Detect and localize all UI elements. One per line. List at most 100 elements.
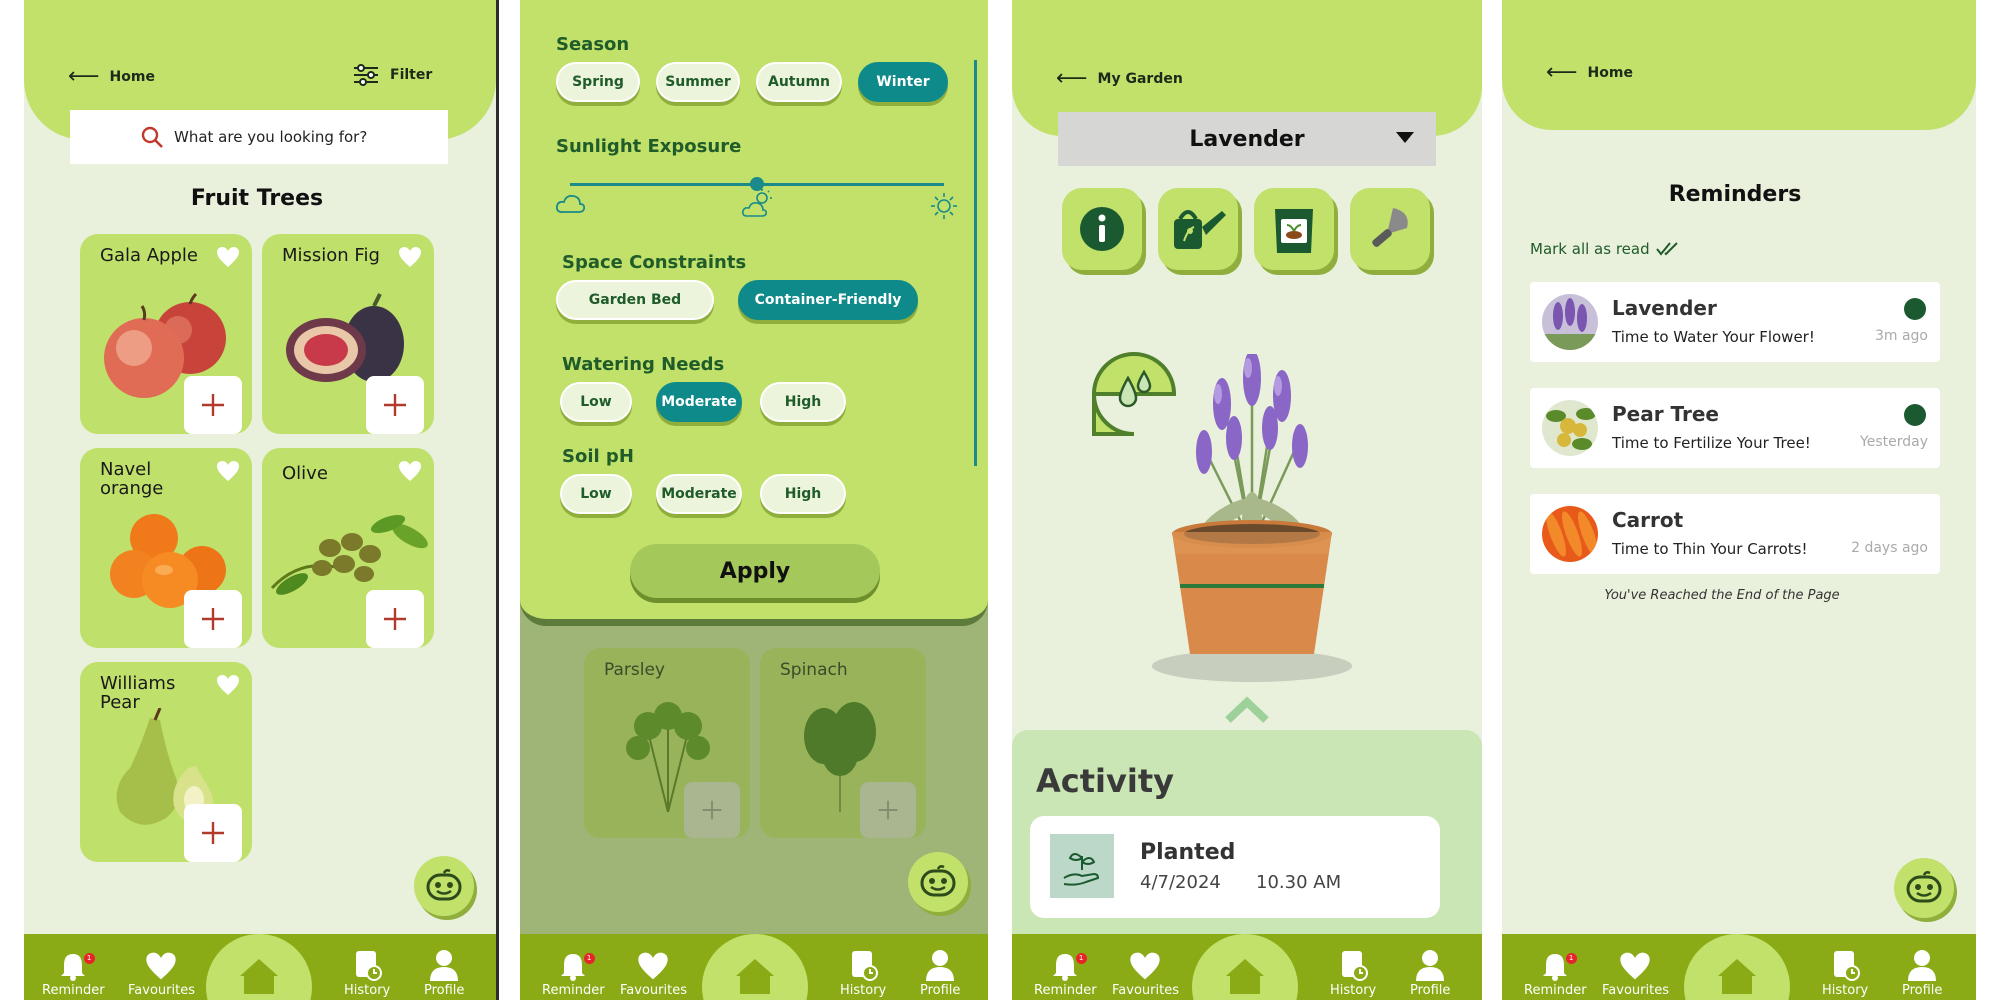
watering-chip-low[interactable]: Low [560,382,632,422]
chip-label: Spring [572,74,624,90]
info-button[interactable] [1062,188,1142,270]
season-chip-winter[interactable]: Winter [858,62,948,102]
nav-favourites[interactable]: Favourites [1602,951,1669,998]
sun-icon [931,193,957,219]
reminder-item-pear-tree[interactable]: Pear Tree Time to Fertilize Your Tree! Y… [1530,388,1940,468]
product-card-parsley: Parsley [584,648,750,838]
card-name: Spinach [780,660,848,680]
watering-chip-moderate[interactable]: Moderate [656,382,742,422]
activity-time: 10.30 AM [1256,872,1342,893]
add-button[interactable] [366,376,424,434]
nav-favourites[interactable]: Favourites [1112,951,1179,998]
nav-profile[interactable]: Profile [424,949,464,998]
product-card-gala-apple[interactable]: Gala Apple [80,234,252,434]
reminder-title: Pear Tree [1612,402,1719,426]
season-chip-spring[interactable]: Spring [556,62,640,102]
back-button[interactable]: ⟵ My Garden [1056,68,1183,90]
search-icon [141,126,163,148]
plus-icon [202,394,224,416]
watering-button[interactable] [1158,188,1238,270]
add-button[interactable] [184,804,242,862]
bottom-nav: 1 Reminder Favourites History Profile [1502,934,1976,1000]
product-card-mission-fig[interactable]: Mission Fig [262,234,434,434]
nav-reminder[interactable]: 1 Reminder [1524,951,1587,998]
soil-chip-high[interactable]: High [760,474,846,514]
nav-label: Favourites [1602,983,1669,998]
partly-sunny-icon [742,189,772,217]
assistant-button[interactable] [414,856,474,916]
space-chip-garden-bed[interactable]: Garden Bed [556,280,714,320]
filter-button[interactable]: Filter [352,64,432,86]
heart-icon[interactable] [216,460,240,482]
plant-select-dropdown[interactable]: Lavender [1058,112,1436,166]
nav-history[interactable]: History [344,949,390,998]
nav-history[interactable]: History [1822,949,1868,998]
scrollbar[interactable] [974,60,977,466]
heart-icon[interactable] [216,674,240,696]
reminder-item-carrot[interactable]: Carrot Time to Thin Your Carrots! 2 days… [1530,494,1940,574]
product-card-navel-orange[interactable]: Navel orange [80,448,252,648]
season-chip-autumn[interactable]: Autumn [756,62,842,102]
apply-button[interactable]: Apply [630,544,880,598]
nav-reminder[interactable]: 1 Reminder [1034,951,1097,998]
heart-icon [1130,952,1161,980]
card-name: Parsley [604,660,665,680]
season-chip-summer[interactable]: Summer [656,62,740,102]
lavender-thumbnail [1542,294,1598,350]
cloud-icon [556,194,586,213]
back-button[interactable]: ⟵ Home [1546,62,1633,84]
add-button[interactable] [184,590,242,648]
home-icon [240,959,278,994]
mark-all-read-button[interactable]: Mark all as read [1530,240,1680,258]
add-button[interactable] [184,376,242,434]
heart-icon[interactable] [216,246,240,268]
reminder-item-lavender[interactable]: Lavender Time to Water Your Flower! 3m a… [1530,282,1940,362]
search-input[interactable]: What are you looking for? [70,110,448,164]
nav-favourites[interactable]: Favourites [128,951,195,998]
history-icon [1342,951,1369,981]
reminder-text: Time to Water Your Flower! [1612,328,1815,346]
back-button[interactable]: ⟵ Home [68,66,155,88]
chip-label: Low [580,486,612,502]
heart-icon[interactable] [398,246,422,268]
card-name: Mission Fig [282,245,380,266]
chip-label: Moderate [661,394,737,410]
nav-reminder[interactable]: 1 Reminder [42,951,105,998]
activity-card[interactable]: Planted 4/7/2024 10.30 AM [1030,816,1440,918]
nav-label: Profile [424,983,465,998]
plus-icon [202,608,224,630]
nav-home[interactable] [1684,934,1790,1000]
nav-home[interactable] [1192,934,1298,1000]
soil-chip-low[interactable]: Low [560,474,632,514]
add-button[interactable] [366,590,424,648]
card-name: Williams Pear [100,673,176,713]
nav-history[interactable]: History [1330,949,1376,998]
page-title: Fruit Trees [190,186,324,211]
history-icon [356,951,383,981]
watering-chip-high[interactable]: High [760,382,846,422]
soil-chip-moderate[interactable]: Moderate [656,474,742,514]
product-card-williams-pear[interactable]: Williams Pear [80,662,252,862]
nav-favourites[interactable]: Favourites [620,951,687,998]
fertilizer-button[interactable] [1254,188,1334,270]
nav-home[interactable] [206,934,312,1000]
sunlight-label: Sunlight Exposure [556,136,742,157]
nav-profile[interactable]: Profile [920,949,960,998]
chevron-up-icon[interactable] [1224,694,1270,724]
apply-label: Apply [719,558,791,584]
heart-icon[interactable] [398,460,422,482]
reminders-screen: ⟵ Home Reminders Mark all as read Lavend… [1502,0,1976,1000]
nav-profile[interactable]: Profile [1410,949,1450,998]
nav-profile[interactable]: Profile [1902,949,1942,998]
assistant-button[interactable] [908,852,968,912]
nav-reminder[interactable]: 1 Reminder [542,951,605,998]
plant-select-value: Lavender [1189,126,1305,152]
nav-label: Profile [1902,983,1943,998]
product-card-spinach: Spinach [760,648,926,838]
space-chip-container-friendly[interactable]: Container-Friendly [738,280,918,320]
assistant-button[interactable] [1894,858,1954,918]
nav-home[interactable] [702,934,808,1000]
nav-history[interactable]: History [840,949,886,998]
product-card-olive[interactable]: Olive [262,448,434,648]
trowel-button[interactable] [1350,188,1430,270]
